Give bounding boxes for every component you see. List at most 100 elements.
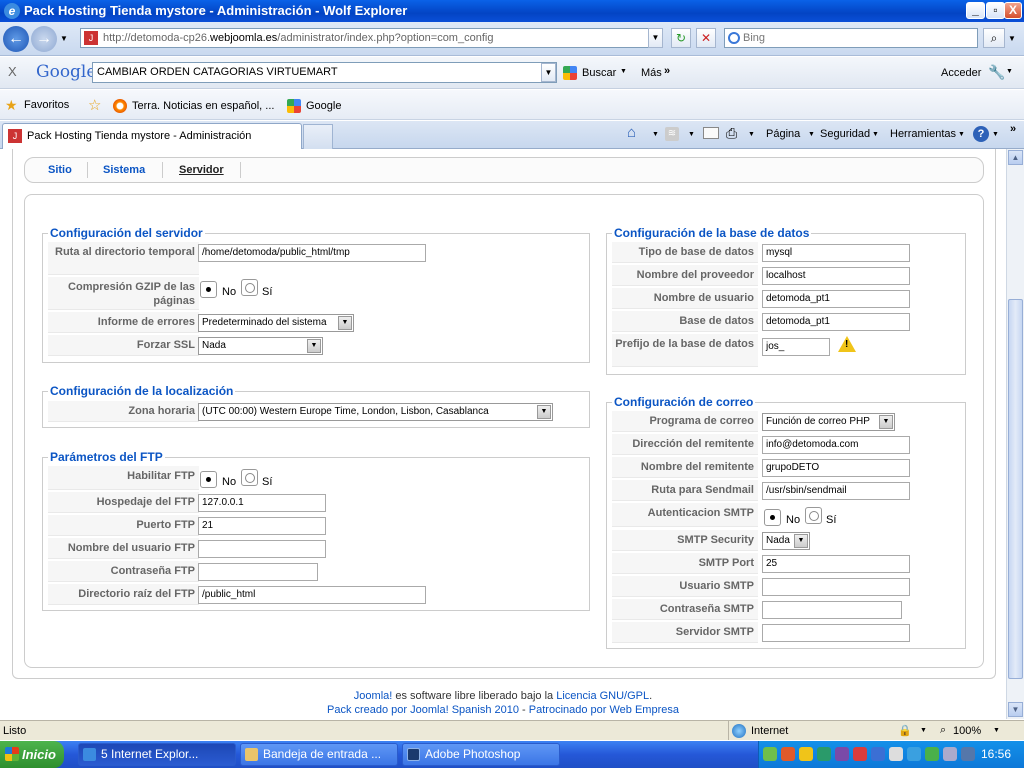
favorite-link-terra[interactable]: Terra. Noticias en español, ... (132, 100, 274, 112)
gzip-si-radio[interactable] (241, 279, 258, 296)
mailer-select[interactable]: Función de correo PHP ▼ (762, 413, 895, 431)
smtp-user-input[interactable] (762, 578, 910, 596)
page-menu[interactable]: Página (766, 128, 800, 140)
zoom-level[interactable]: 100% (953, 725, 981, 737)
volume-icon[interactable] (961, 747, 975, 761)
close-toolbar-icon[interactable]: X (8, 64, 17, 79)
ssl-select[interactable]: Nada ▼ (198, 337, 323, 355)
feeds-icon[interactable]: ≋ (665, 127, 679, 141)
forward-button[interactable]: → (31, 26, 57, 52)
close-button[interactable]: X (1004, 2, 1022, 19)
tab-sistema[interactable]: Sistema (103, 164, 145, 176)
more-button[interactable]: Más (641, 67, 662, 79)
feeds-dropdown-icon[interactable]: ▼ (688, 131, 695, 138)
tray-icon-5[interactable] (835, 747, 849, 761)
google-search-button[interactable]: Buscar (582, 67, 616, 79)
smtp-port-input[interactable]: 25 (762, 555, 910, 573)
login-link[interactable]: Acceder (941, 67, 981, 79)
gzip-no-radio[interactable] (200, 281, 217, 298)
protected-dropdown-icon[interactable]: ▼ (920, 727, 927, 734)
sendmail-path-input[interactable]: /usr/sbin/sendmail (762, 482, 910, 500)
tray-icon-3[interactable] (799, 747, 813, 761)
tray-icon-1[interactable] (763, 747, 777, 761)
tray-icon-4[interactable] (817, 747, 831, 761)
tray-icon-9[interactable] (907, 747, 921, 761)
vertical-scrollbar[interactable]: ▲ ▼ (1006, 149, 1024, 719)
timezone-select[interactable]: (UTC 00:00) Western Europe Time, London,… (198, 403, 553, 421)
ftp-user-input[interactable] (198, 540, 326, 558)
smtpauth-no-radio[interactable] (764, 509, 781, 526)
sponsor-link[interactable]: Patrocinado por Web Empresa (529, 704, 679, 716)
stop-icon[interactable]: ✕ (696, 28, 716, 48)
print-icon[interactable]: ⎙ (726, 125, 737, 142)
license-link[interactable]: Licencia GNU/GPL (556, 690, 649, 702)
tray-icon-11[interactable] (943, 747, 957, 761)
refresh-icon[interactable]: ↻ (671, 28, 691, 48)
db-name-input[interactable]: detomoda_pt1 (762, 313, 910, 331)
smtp-host-input[interactable] (762, 624, 910, 642)
google-search-dropdown-icon[interactable]: ▼ (620, 68, 627, 75)
search-options-icon[interactable]: ▼ (1008, 34, 1016, 43)
ftp-port-input[interactable]: 21 (198, 517, 326, 535)
mail-icon[interactable] (703, 127, 719, 139)
tmp-path-input[interactable]: /home/detomoda/public_html/tmp (198, 244, 426, 262)
scrollbar-thumb[interactable] (1008, 299, 1023, 679)
db-user-input[interactable]: detomoda_pt1 (762, 290, 910, 308)
tray-icon-7[interactable] (871, 747, 885, 761)
new-tab-button[interactable] (303, 124, 333, 149)
favorite-link-google[interactable]: Google (306, 100, 341, 112)
tools-menu[interactable]: Herramientas (890, 128, 956, 140)
home-dropdown-icon[interactable]: ▼ (652, 131, 659, 138)
start-button[interactable]: Inicio (0, 741, 64, 768)
help-dropdown-icon[interactable]: ▼ (992, 131, 999, 138)
ftp-root-input[interactable]: /public_html (198, 586, 426, 604)
security-menu[interactable]: Seguridad (820, 128, 870, 140)
db-host-input[interactable]: localhost (762, 267, 910, 285)
mail-fromname-input[interactable]: grupoDETO (762, 459, 910, 477)
scroll-down-icon[interactable]: ▼ (1008, 702, 1023, 717)
maximize-button[interactable]: ▫ (986, 2, 1005, 19)
toolbar-overflow-icon[interactable]: » (1010, 123, 1016, 135)
smtp-security-select[interactable]: Nada ▼ (762, 532, 810, 550)
search-input[interactable]: Bing (724, 28, 978, 48)
ftp-si-radio[interactable] (241, 469, 258, 486)
task-photoshop[interactable]: Adobe Photoshop (402, 743, 560, 766)
google-search-input[interactable]: CAMBIAR ORDEN CATAGORIAS VIRTUEMART (92, 62, 557, 83)
smtpauth-si-radio[interactable] (805, 507, 822, 524)
favorites-button[interactable]: Favoritos (24, 99, 69, 111)
ftp-password-input[interactable] (198, 563, 318, 581)
tray-icon-2[interactable] (781, 747, 795, 761)
tab-servidor[interactable]: Servidor (179, 164, 224, 176)
back-button[interactable]: ← (3, 26, 29, 52)
protected-mode-icon[interactable]: 🔒 (898, 724, 912, 737)
ftp-host-input[interactable]: 127.0.0.1 (198, 494, 326, 512)
task-internet-explorer[interactable]: 5 Internet Explor... (78, 743, 236, 766)
mail-from-input[interactable]: info@detomoda.com (762, 436, 910, 454)
db-type-input[interactable]: mysql (762, 244, 910, 262)
tray-icon-8[interactable] (889, 747, 903, 761)
search-icon[interactable]: ⌕ (983, 28, 1005, 48)
print-dropdown-icon[interactable]: ▼ (748, 131, 755, 138)
db-prefix-input[interactable]: jos_ (762, 338, 830, 356)
zoom-dropdown-icon[interactable]: ▼ (993, 727, 1000, 734)
address-input[interactable]: J http://detomoda-cp26.webjoomla.es/admi… (80, 28, 663, 48)
tab-active[interactable]: J Pack Hosting Tienda mystore - Administ… (2, 123, 302, 149)
pack-credit-link[interactable]: Pack creado por Joomla! Spanish 2010 (327, 704, 519, 716)
minimize-button[interactable]: _ (966, 2, 985, 19)
history-dropdown-icon[interactable]: ▼ (60, 34, 68, 43)
scroll-up-icon[interactable]: ▲ (1008, 150, 1023, 165)
help-icon[interactable]: ? (973, 126, 989, 142)
ftp-no-radio[interactable] (200, 471, 217, 488)
tab-sitio[interactable]: Sitio (48, 164, 72, 176)
smtp-password-input[interactable] (762, 601, 902, 619)
wrench-icon[interactable]: 🔧 (988, 64, 1005, 81)
address-dropdown-icon[interactable]: ▼ (648, 28, 663, 48)
joomla-link[interactable]: Joomla! (354, 690, 393, 702)
errors-select[interactable]: Predeterminado del sistema ▼ (198, 314, 354, 332)
wrench-dropdown-icon[interactable]: ▼ (1006, 68, 1013, 75)
google-dropdown-icon[interactable]: ▼ (541, 63, 556, 82)
tray-icon-10[interactable] (925, 747, 939, 761)
add-favorite-icon[interactable]: ☆ (88, 96, 101, 114)
tray-icon-6[interactable] (853, 747, 867, 761)
home-icon[interactable]: ⌂ (627, 124, 636, 141)
